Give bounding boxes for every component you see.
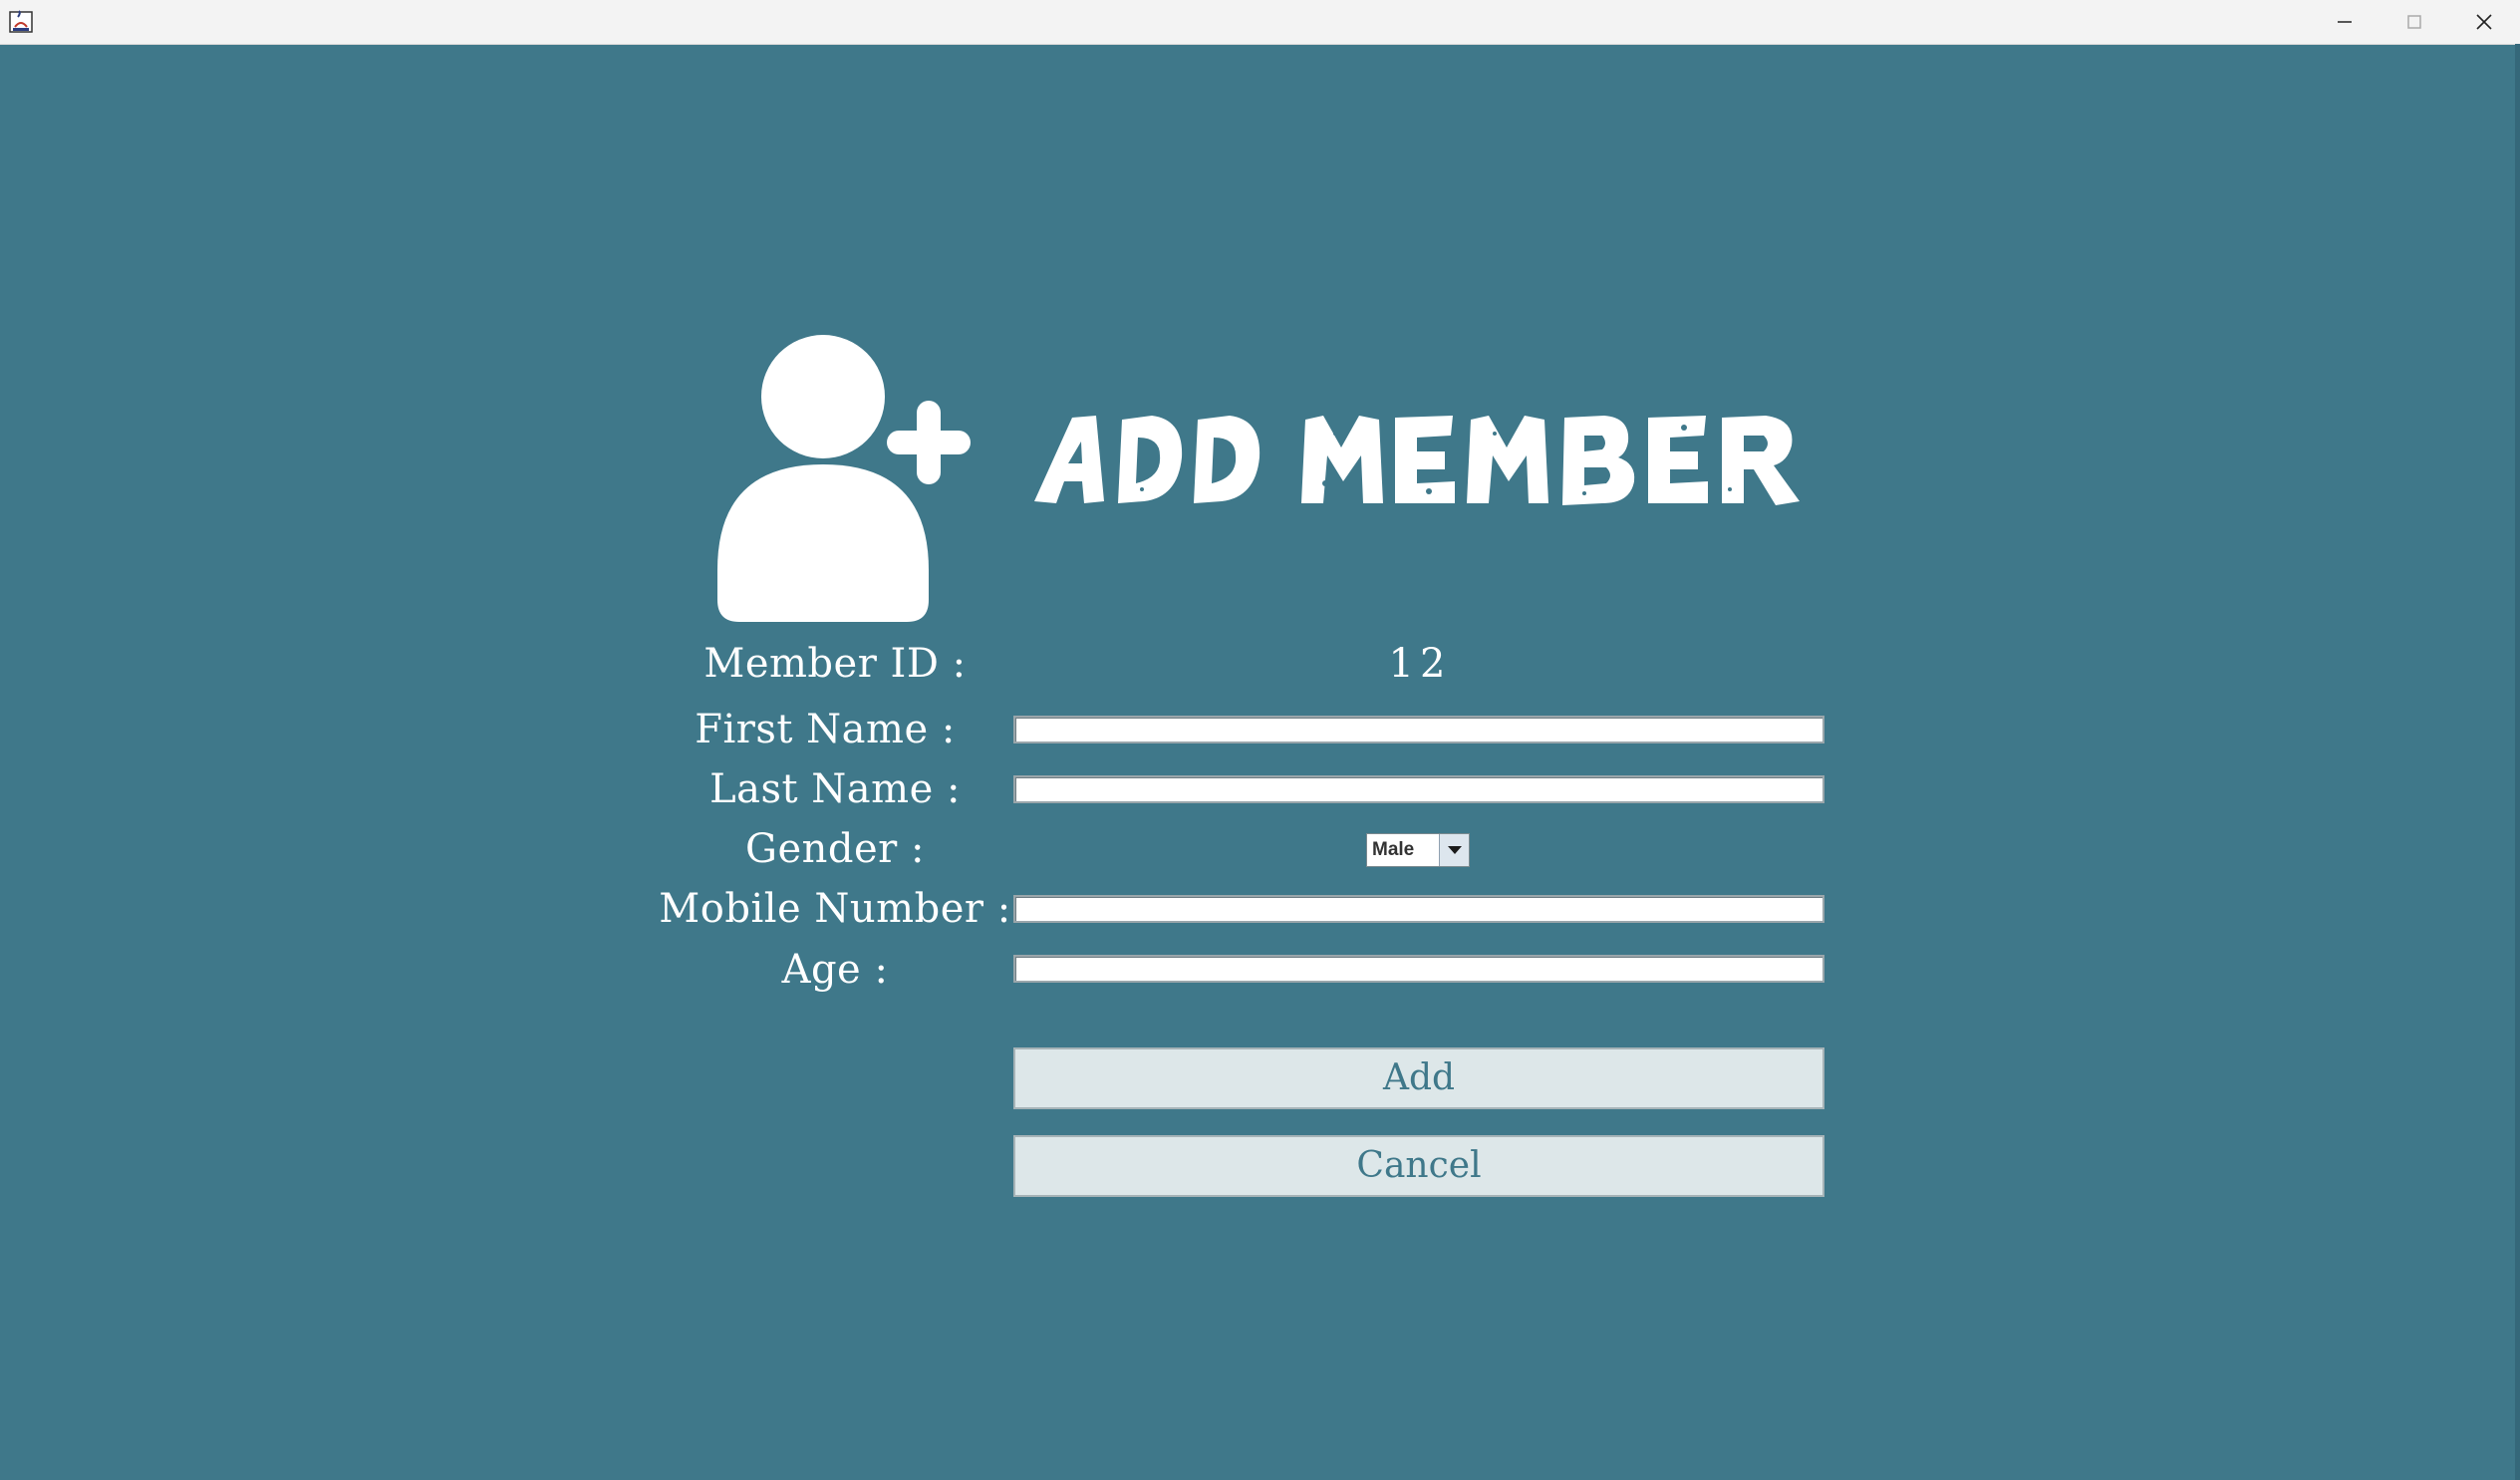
gender-dropdown[interactable]: Male bbox=[1366, 833, 1470, 867]
add-button[interactable]: Add bbox=[1013, 1047, 1824, 1109]
add-user-icon bbox=[715, 335, 984, 624]
java-app-icon bbox=[9, 9, 35, 35]
cancel-button[interactable]: Cancel bbox=[1013, 1135, 1824, 1197]
mobile-number-field[interactable] bbox=[1013, 895, 1824, 923]
maximize-button[interactable] bbox=[2380, 0, 2449, 44]
mobile-number-label: Mobile Number : bbox=[659, 886, 1011, 932]
first-name-field[interactable] bbox=[1013, 716, 1824, 743]
close-button[interactable] bbox=[2449, 0, 2519, 44]
add-member-window: Member ID : 12 First Name : Last Name : … bbox=[0, 0, 2520, 1480]
title-bar bbox=[0, 0, 2520, 45]
maximize-icon bbox=[2407, 15, 2421, 29]
page-title-add-member bbox=[1026, 394, 1843, 528]
minimize-icon bbox=[2338, 21, 2352, 23]
first-name-label: First Name : bbox=[695, 707, 956, 752]
minimize-button[interactable] bbox=[2310, 0, 2380, 44]
gender-selected-value: Male bbox=[1372, 839, 1415, 860]
close-icon bbox=[2476, 14, 2492, 30]
chevron-down-icon bbox=[1448, 846, 1462, 854]
member-id-label: Member ID : bbox=[703, 641, 967, 687]
last-name-field[interactable] bbox=[1013, 775, 1824, 803]
gender-label: Gender : bbox=[745, 826, 925, 872]
window-edge bbox=[2515, 44, 2520, 1480]
dropdown-arrow-button[interactable] bbox=[1439, 834, 1469, 866]
age-field[interactable] bbox=[1013, 955, 1824, 983]
member-id-value: 12 bbox=[1388, 641, 1452, 687]
last-name-label: Last Name : bbox=[709, 766, 961, 812]
age-label: Age : bbox=[781, 947, 889, 993]
